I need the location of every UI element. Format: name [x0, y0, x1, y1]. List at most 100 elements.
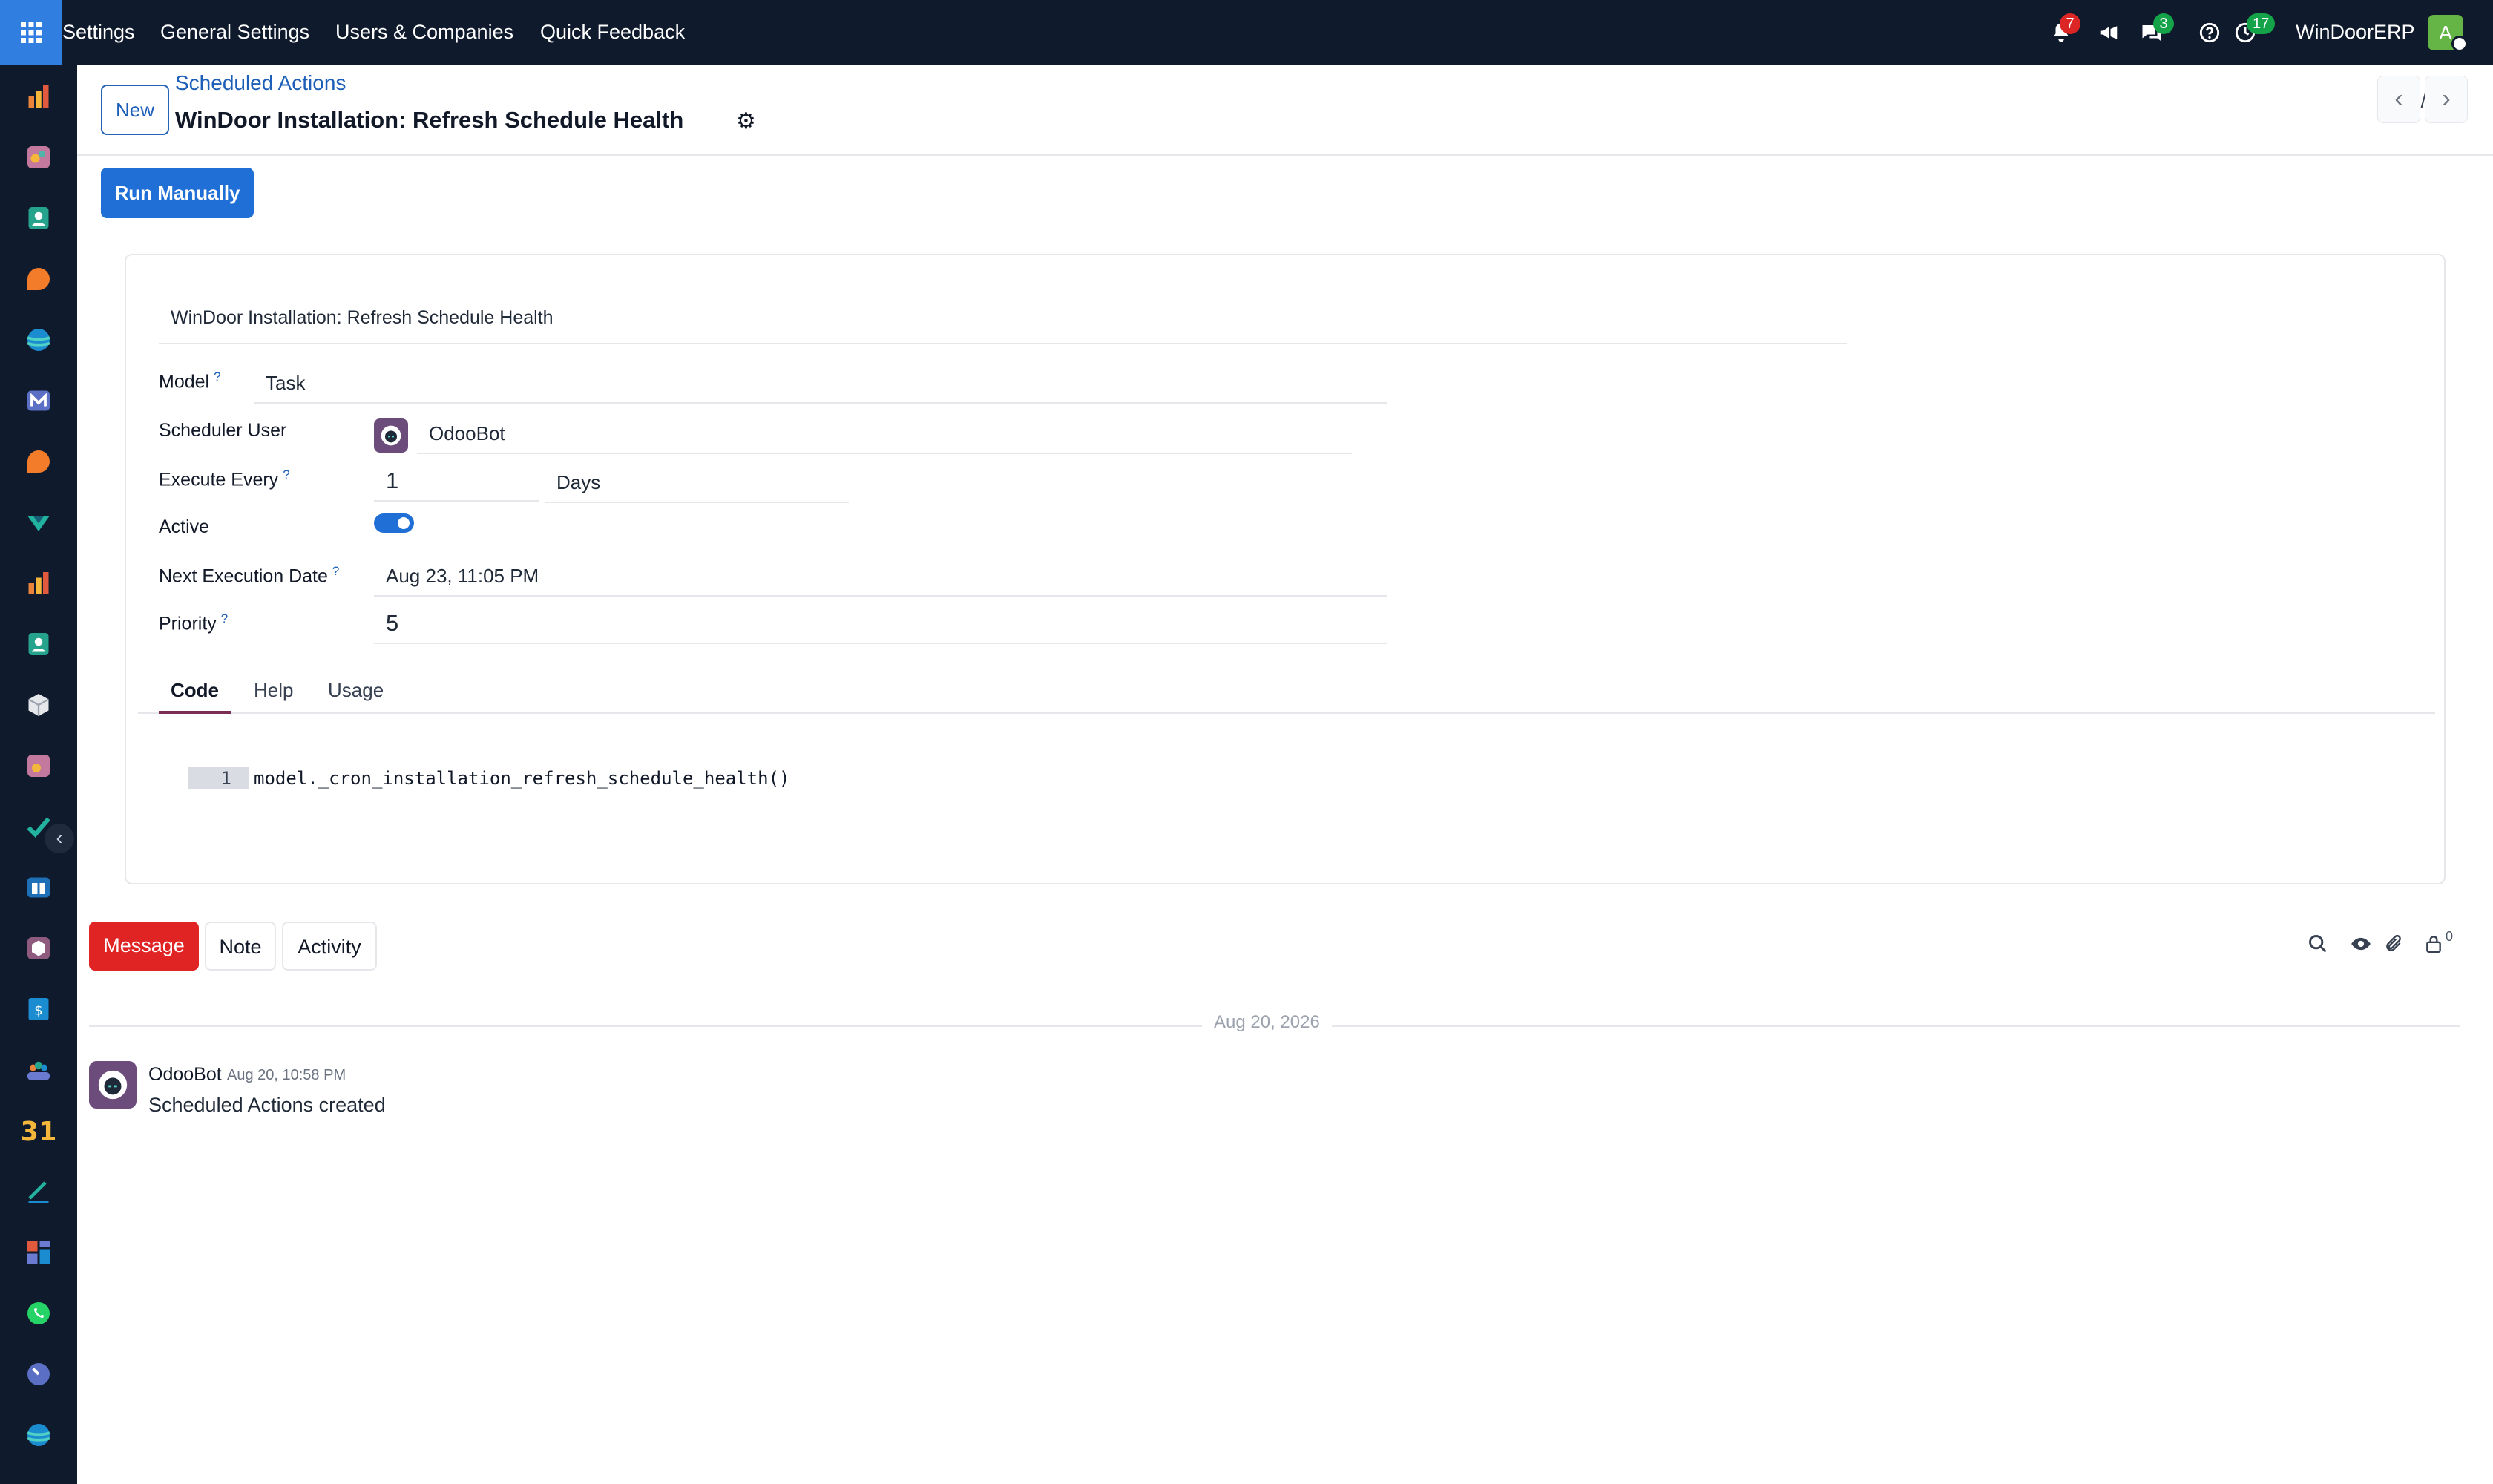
help-button[interactable] — [2195, 18, 2224, 47]
paperclip-icon — [2386, 934, 2401, 951]
message-body: Scheduled Actions created — [148, 1094, 386, 1116]
lock-icon — [2426, 936, 2441, 953]
megaphone-icon — [2100, 26, 2118, 39]
tab-help[interactable]: Help — [242, 668, 305, 714]
knowledge-app-icon[interactable] — [22, 871, 55, 904]
followers-button[interactable] — [2419, 929, 2448, 959]
activities-button[interactable]: 17 — [2230, 13, 2276, 47]
apps-cube-icon[interactable] — [22, 689, 55, 721]
top-navbar: Settings General Settings Users & Compan… — [0, 0, 2493, 65]
announcements-button[interactable] — [2094, 18, 2124, 47]
priority-input[interactable]: 5 — [374, 604, 1387, 644]
apps-menu-button[interactable] — [0, 0, 62, 65]
user-avatar — [374, 418, 408, 453]
help-tooltip-icon[interactable]: ? — [332, 564, 339, 578]
chevron-right-icon: › — [2442, 85, 2451, 113]
scheduler-user-label: Scheduler User — [159, 420, 287, 441]
tab-usage[interactable]: Usage — [316, 668, 395, 714]
model-label: Model? — [159, 370, 221, 393]
chevron-left-icon: ‹ — [56, 827, 63, 849]
manufacturing-app-icon[interactable] — [22, 932, 55, 965]
grid-icon — [21, 22, 42, 43]
menu-quick-feedback[interactable]: Quick Feedback — [540, 0, 685, 65]
message-author[interactable]: OdooBot — [148, 1064, 222, 1086]
menu-users-companies[interactable]: Users & Companies — [335, 0, 513, 65]
run-manually-button[interactable]: Run Manually — [101, 168, 254, 218]
website-app-icon[interactable] — [22, 324, 55, 356]
robot-icon — [98, 1070, 128, 1100]
interval-number-input[interactable]: 1 — [374, 462, 539, 502]
employees-app-icon[interactable] — [22, 628, 55, 660]
code-editor[interactable]: model._cron_installation_refresh_schedul… — [254, 767, 789, 789]
sidebar-collapse-button[interactable]: ‹ — [45, 824, 74, 853]
contacts-app-icon[interactable] — [22, 202, 55, 234]
control-panel: New Scheduled Actions WinDoor Installati… — [77, 65, 2493, 156]
new-button[interactable]: New — [101, 85, 169, 135]
robot-icon — [381, 425, 401, 446]
code-line-number: 1 — [188, 767, 249, 789]
live-chat-app-icon[interactable] — [22, 445, 55, 478]
menu-general-settings[interactable]: General Settings — [160, 0, 309, 65]
whatsapp-app-icon[interactable] — [22, 1297, 55, 1330]
help-tooltip-icon[interactable]: ? — [283, 467, 289, 482]
interval-unit-select[interactable]: Days — [545, 463, 849, 503]
followers-count: 0 — [2446, 929, 2454, 944]
notifications-badge: 7 — [2060, 13, 2080, 34]
send-message-button[interactable]: Message — [89, 922, 199, 971]
messages-badge: 3 — [2153, 13, 2174, 34]
project-app-icon[interactable] — [22, 141, 55, 174]
question-circle-icon — [2199, 22, 2220, 43]
date-separator: Aug 20, 2026 — [1202, 1012, 1332, 1033]
svg-text:31: 31 — [22, 1117, 55, 1146]
notebook-tabs: Code Help Usage — [138, 668, 2435, 714]
menu-settings[interactable]: Settings — [62, 0, 135, 65]
expenses-app-icon[interactable]: $ — [22, 993, 55, 1025]
active-label: Active — [159, 516, 210, 537]
pager-previous-button[interactable]: ‹ — [2377, 76, 2420, 123]
sign-app-icon[interactable] — [22, 1175, 55, 1208]
priority-label: Priority? — [159, 611, 229, 634]
gear-icon[interactable]: ⚙ — [736, 108, 756, 134]
attachments-button[interactable] — [2379, 929, 2408, 959]
field-service-app-icon[interactable] — [22, 749, 55, 782]
log-note-button[interactable]: Note — [205, 922, 276, 971]
calendar-app-icon[interactable]: 31 — [22, 1114, 55, 1147]
timesheets-app-icon[interactable] — [22, 1358, 55, 1391]
discuss-app-icon[interactable] — [22, 263, 55, 295]
team-app-icon[interactable] — [22, 1054, 55, 1086]
accounting-app-icon[interactable] — [22, 567, 55, 600]
help-tooltip-icon[interactable]: ? — [214, 370, 220, 384]
action-name-input[interactable]: WinDoor Installation: Refresh Schedule H… — [159, 301, 1847, 344]
execute-every-label: Execute Every? — [159, 467, 290, 490]
company-switcher[interactable]: WinDoorERP — [2296, 0, 2415, 65]
svg-text:$: $ — [34, 1003, 42, 1019]
messages-button[interactable]: 3 — [2137, 13, 2174, 47]
page-title: WinDoor Installation: Refresh Schedule H… — [175, 107, 684, 133]
dashboards-app-icon[interactable] — [22, 1236, 55, 1269]
form-sheet: WinDoor Installation: Refresh Schedule H… — [125, 254, 2446, 884]
active-toggle[interactable] — [374, 513, 414, 533]
message-author-avatar[interactable] — [89, 1061, 137, 1109]
breadcrumb[interactable]: Scheduled Actions — [175, 71, 346, 95]
activities-badge: 17 — [2247, 13, 2276, 34]
notifications-button[interactable]: 7 — [2046, 13, 2080, 47]
tab-code[interactable]: Code — [159, 668, 231, 714]
search-messages-button[interactable] — [2303, 929, 2333, 959]
inventory-app-icon[interactable] — [22, 506, 55, 539]
user-status-dot — [2451, 36, 2468, 52]
chevron-left-icon: ‹ — [2394, 85, 2403, 113]
email-marketing-app-icon[interactable] — [22, 384, 55, 417]
pager-next-button[interactable]: › — [2425, 76, 2468, 123]
follow-button[interactable] — [2346, 929, 2376, 959]
model-field[interactable]: Task — [254, 364, 1387, 404]
activity-button[interactable]: Activity — [282, 922, 377, 971]
help-tooltip-icon[interactable]: ? — [221, 611, 228, 626]
sales-app-icon[interactable] — [22, 80, 55, 113]
next-execution-date-input[interactable]: Aug 23, 11:05 PM — [374, 556, 1387, 597]
app-sidebar: $ 31 ‹ — [0, 65, 77, 1484]
next-execution-date-label: Next Execution Date? — [159, 564, 340, 587]
search-icon — [2309, 935, 2327, 953]
scheduler-user-field[interactable]: OdooBot — [417, 414, 1352, 454]
message-date: Aug 20, 10:58 PM — [227, 1067, 346, 1083]
website-2-app-icon[interactable] — [22, 1419, 55, 1451]
